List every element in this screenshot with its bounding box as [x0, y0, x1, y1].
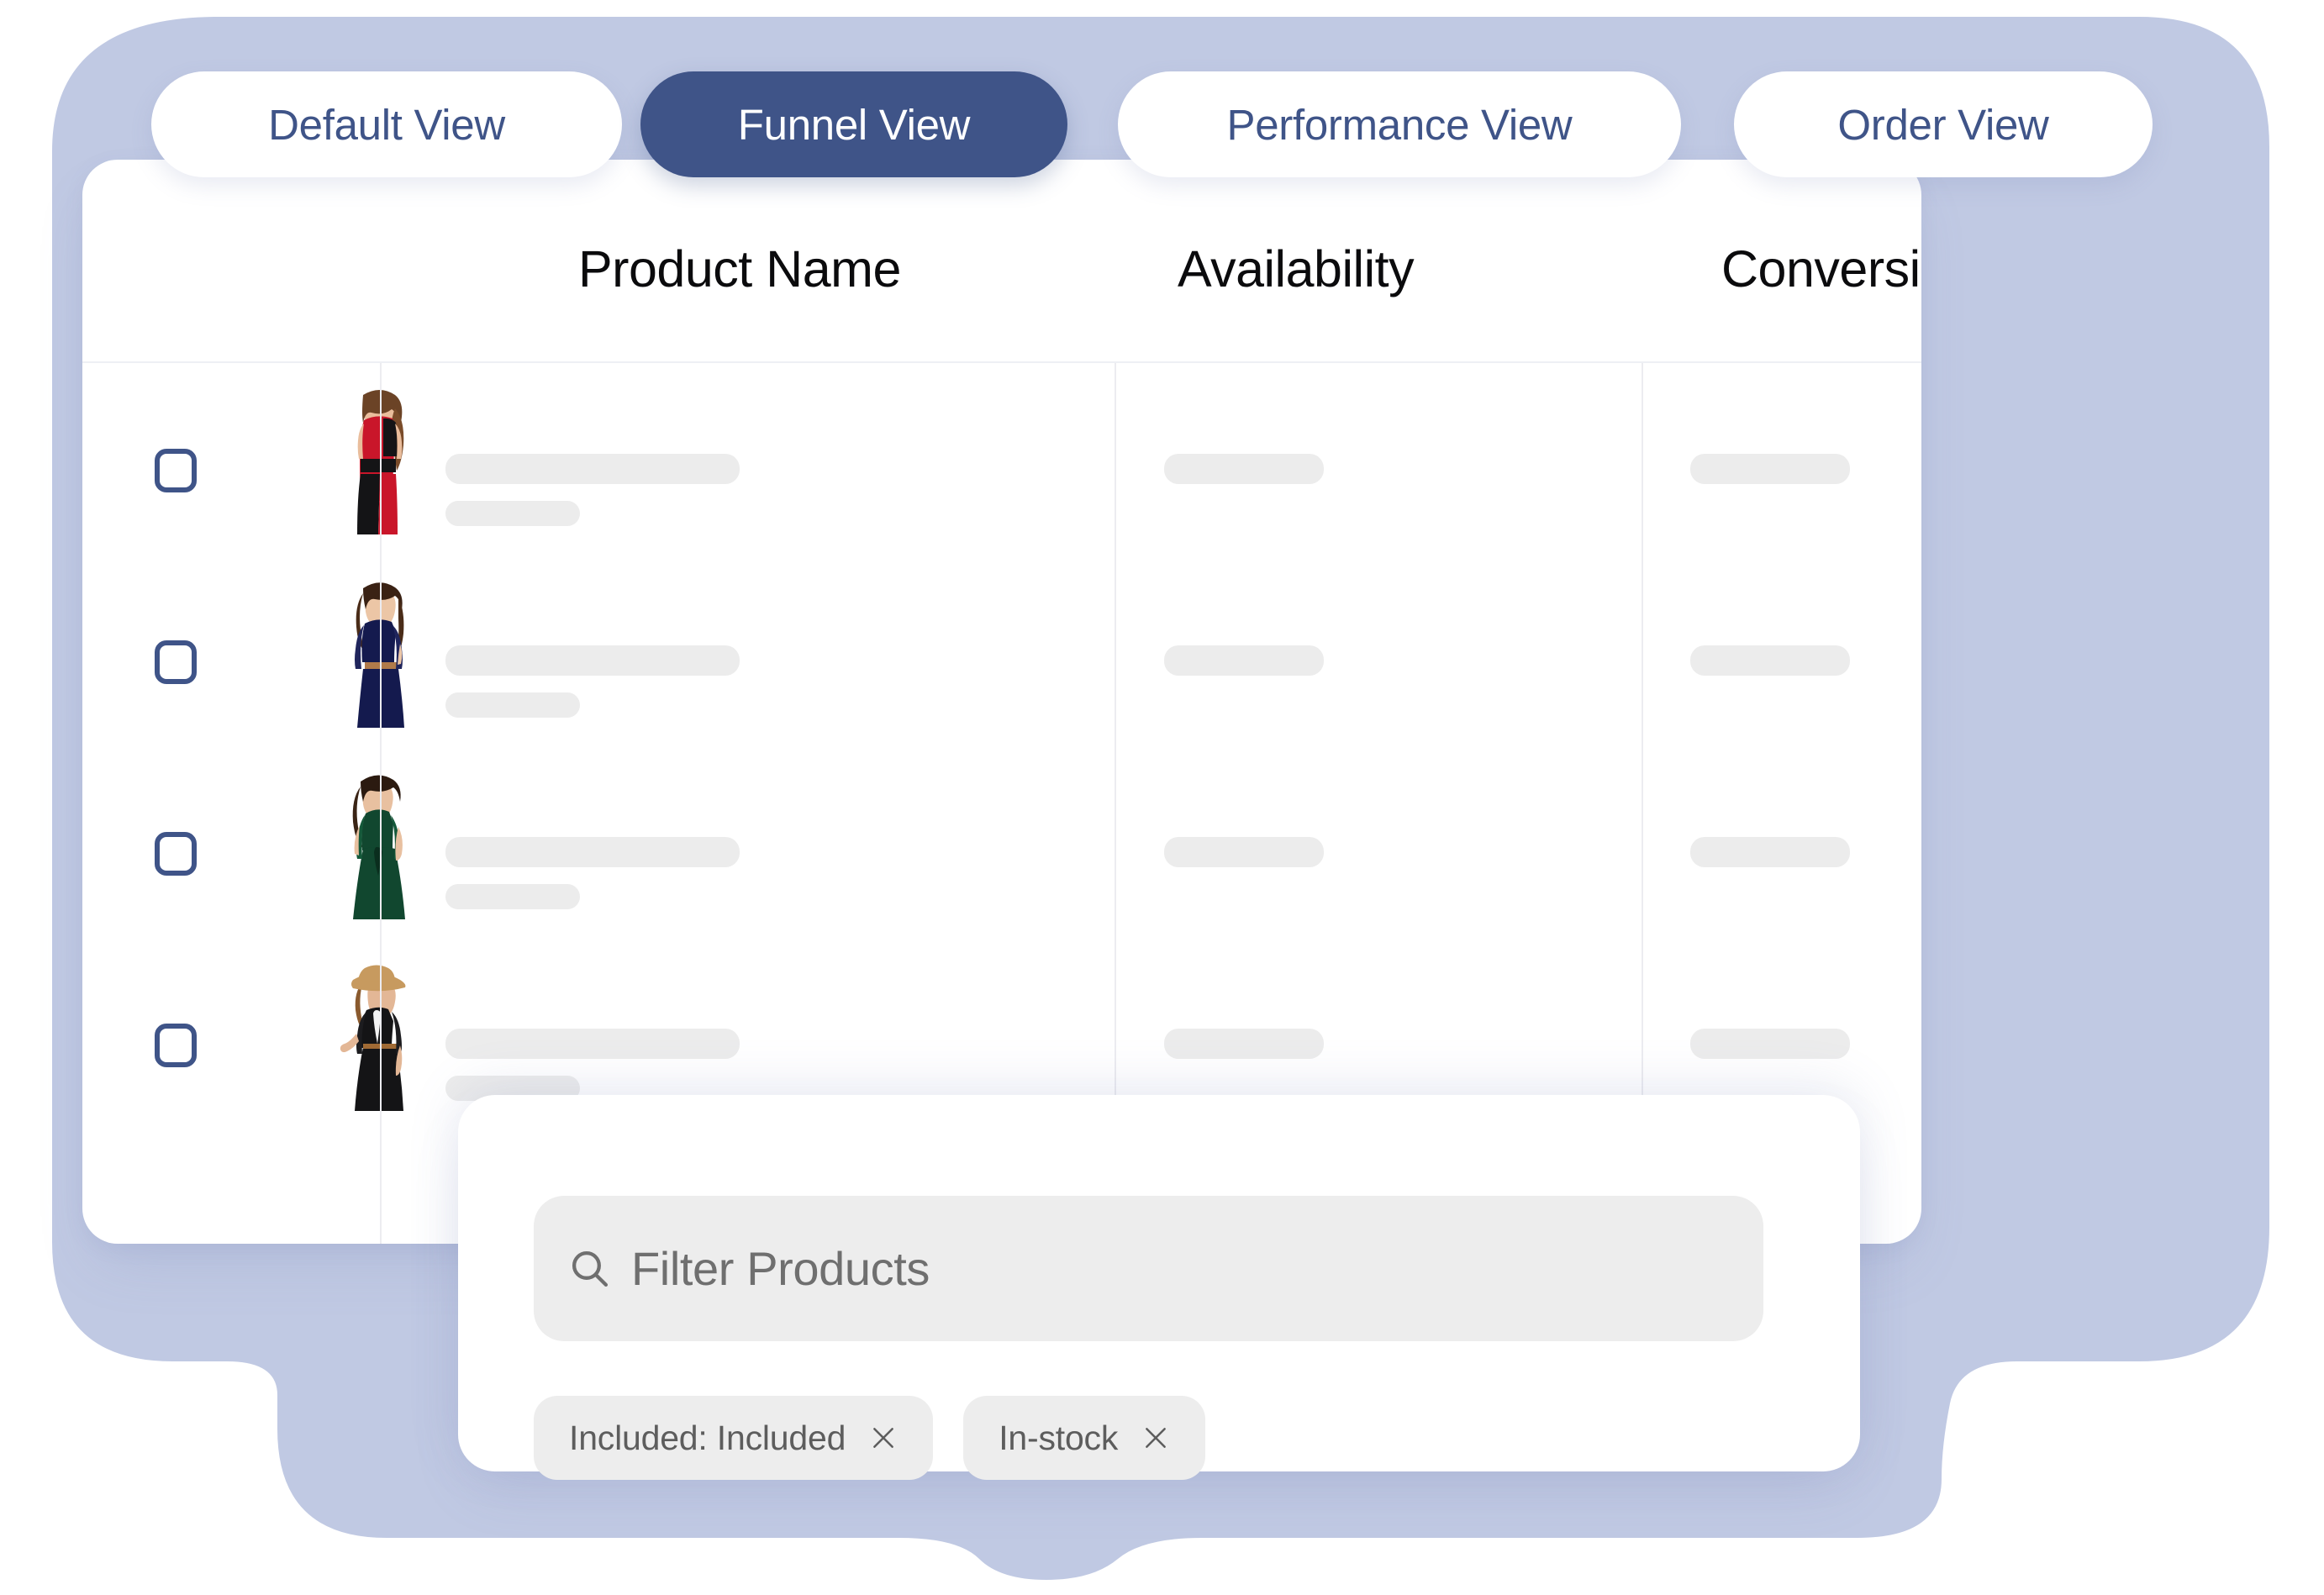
product-thumbnail-red-black-dress — [326, 387, 427, 538]
table-row[interactable] — [82, 363, 1921, 555]
skeleton-availability — [1164, 645, 1324, 676]
skeleton-product-name — [445, 454, 740, 484]
table-row[interactable] — [82, 746, 1921, 938]
skeleton-availability — [1164, 454, 1324, 484]
row-select-checkbox[interactable] — [155, 832, 197, 876]
product-thumbnail-green-dress — [326, 770, 427, 921]
filter-chip-included[interactable]: Included: Included — [534, 1396, 934, 1480]
tab-order-view[interactable]: Order View — [1734, 71, 2153, 177]
app-root: Product Name Availability Conversion Rat… — [0, 0, 2324, 1595]
filter-search-box[interactable] — [534, 1196, 1763, 1341]
skeleton-conversion-rate — [1690, 454, 1850, 484]
product-thumbnail-black-dress-with-hat — [326, 961, 427, 1113]
tab-label: Funnel View — [737, 100, 971, 149]
column-header-availability[interactable]: Availability — [1178, 240, 1415, 298]
row-select-checkbox[interactable] — [155, 640, 197, 684]
skeleton-product-subtitle — [445, 692, 580, 718]
skeleton-product-name — [445, 645, 740, 676]
tab-default-view[interactable]: Default View — [151, 71, 622, 177]
tab-funnel-view[interactable]: Funnel View — [640, 71, 1067, 177]
column-header-product-name[interactable]: Product Name — [578, 240, 901, 298]
active-filter-chips: Included: Included In-stock — [534, 1396, 1206, 1480]
skeleton-conversion-rate — [1690, 645, 1850, 676]
filter-panel: Included: Included In-stock — [458, 1095, 1860, 1480]
view-tabs: Default View Funnel View Performance Vie… — [0, 71, 2324, 177]
filter-chip-label: Included: Included — [569, 1418, 846, 1457]
skeleton-conversion-rate — [1690, 1029, 1850, 1059]
row-select-checkbox[interactable] — [155, 449, 197, 492]
filter-products-input[interactable] — [631, 1241, 1707, 1296]
column-divider-select — [380, 363, 382, 1244]
skeleton-product-subtitle — [445, 501, 580, 526]
skeleton-conversion-rate — [1690, 837, 1850, 867]
filter-chip-label: In-stock — [999, 1418, 1119, 1457]
close-icon[interactable] — [1141, 1424, 1170, 1452]
product-thumbnail-navy-lace-dress — [326, 578, 427, 729]
skeleton-product-name — [445, 837, 740, 867]
table-row[interactable] — [82, 555, 1921, 746]
skeleton-availability — [1164, 1029, 1324, 1059]
row-select-checkbox[interactable] — [155, 1024, 197, 1067]
table-header-row: Product Name Availability Conversion Rat… — [82, 160, 1921, 363]
close-icon[interactable] — [869, 1424, 898, 1452]
tab-label: Order View — [1837, 100, 2049, 149]
skeleton-availability — [1164, 837, 1324, 867]
column-header-conversion-rate[interactable]: Conversion Rate — [1721, 240, 1921, 298]
products-table-card: Product Name Availability Conversion Rat… — [82, 160, 1921, 1244]
tab-performance-view[interactable]: Performance View — [1118, 71, 1681, 177]
filter-chip-in-stock[interactable]: In-stock — [963, 1396, 1206, 1480]
tab-label: Performance View — [1226, 100, 1573, 149]
skeleton-product-subtitle — [445, 884, 580, 909]
tab-label: Default View — [268, 100, 505, 149]
skeleton-product-name — [445, 1029, 740, 1059]
search-icon — [572, 1250, 609, 1287]
